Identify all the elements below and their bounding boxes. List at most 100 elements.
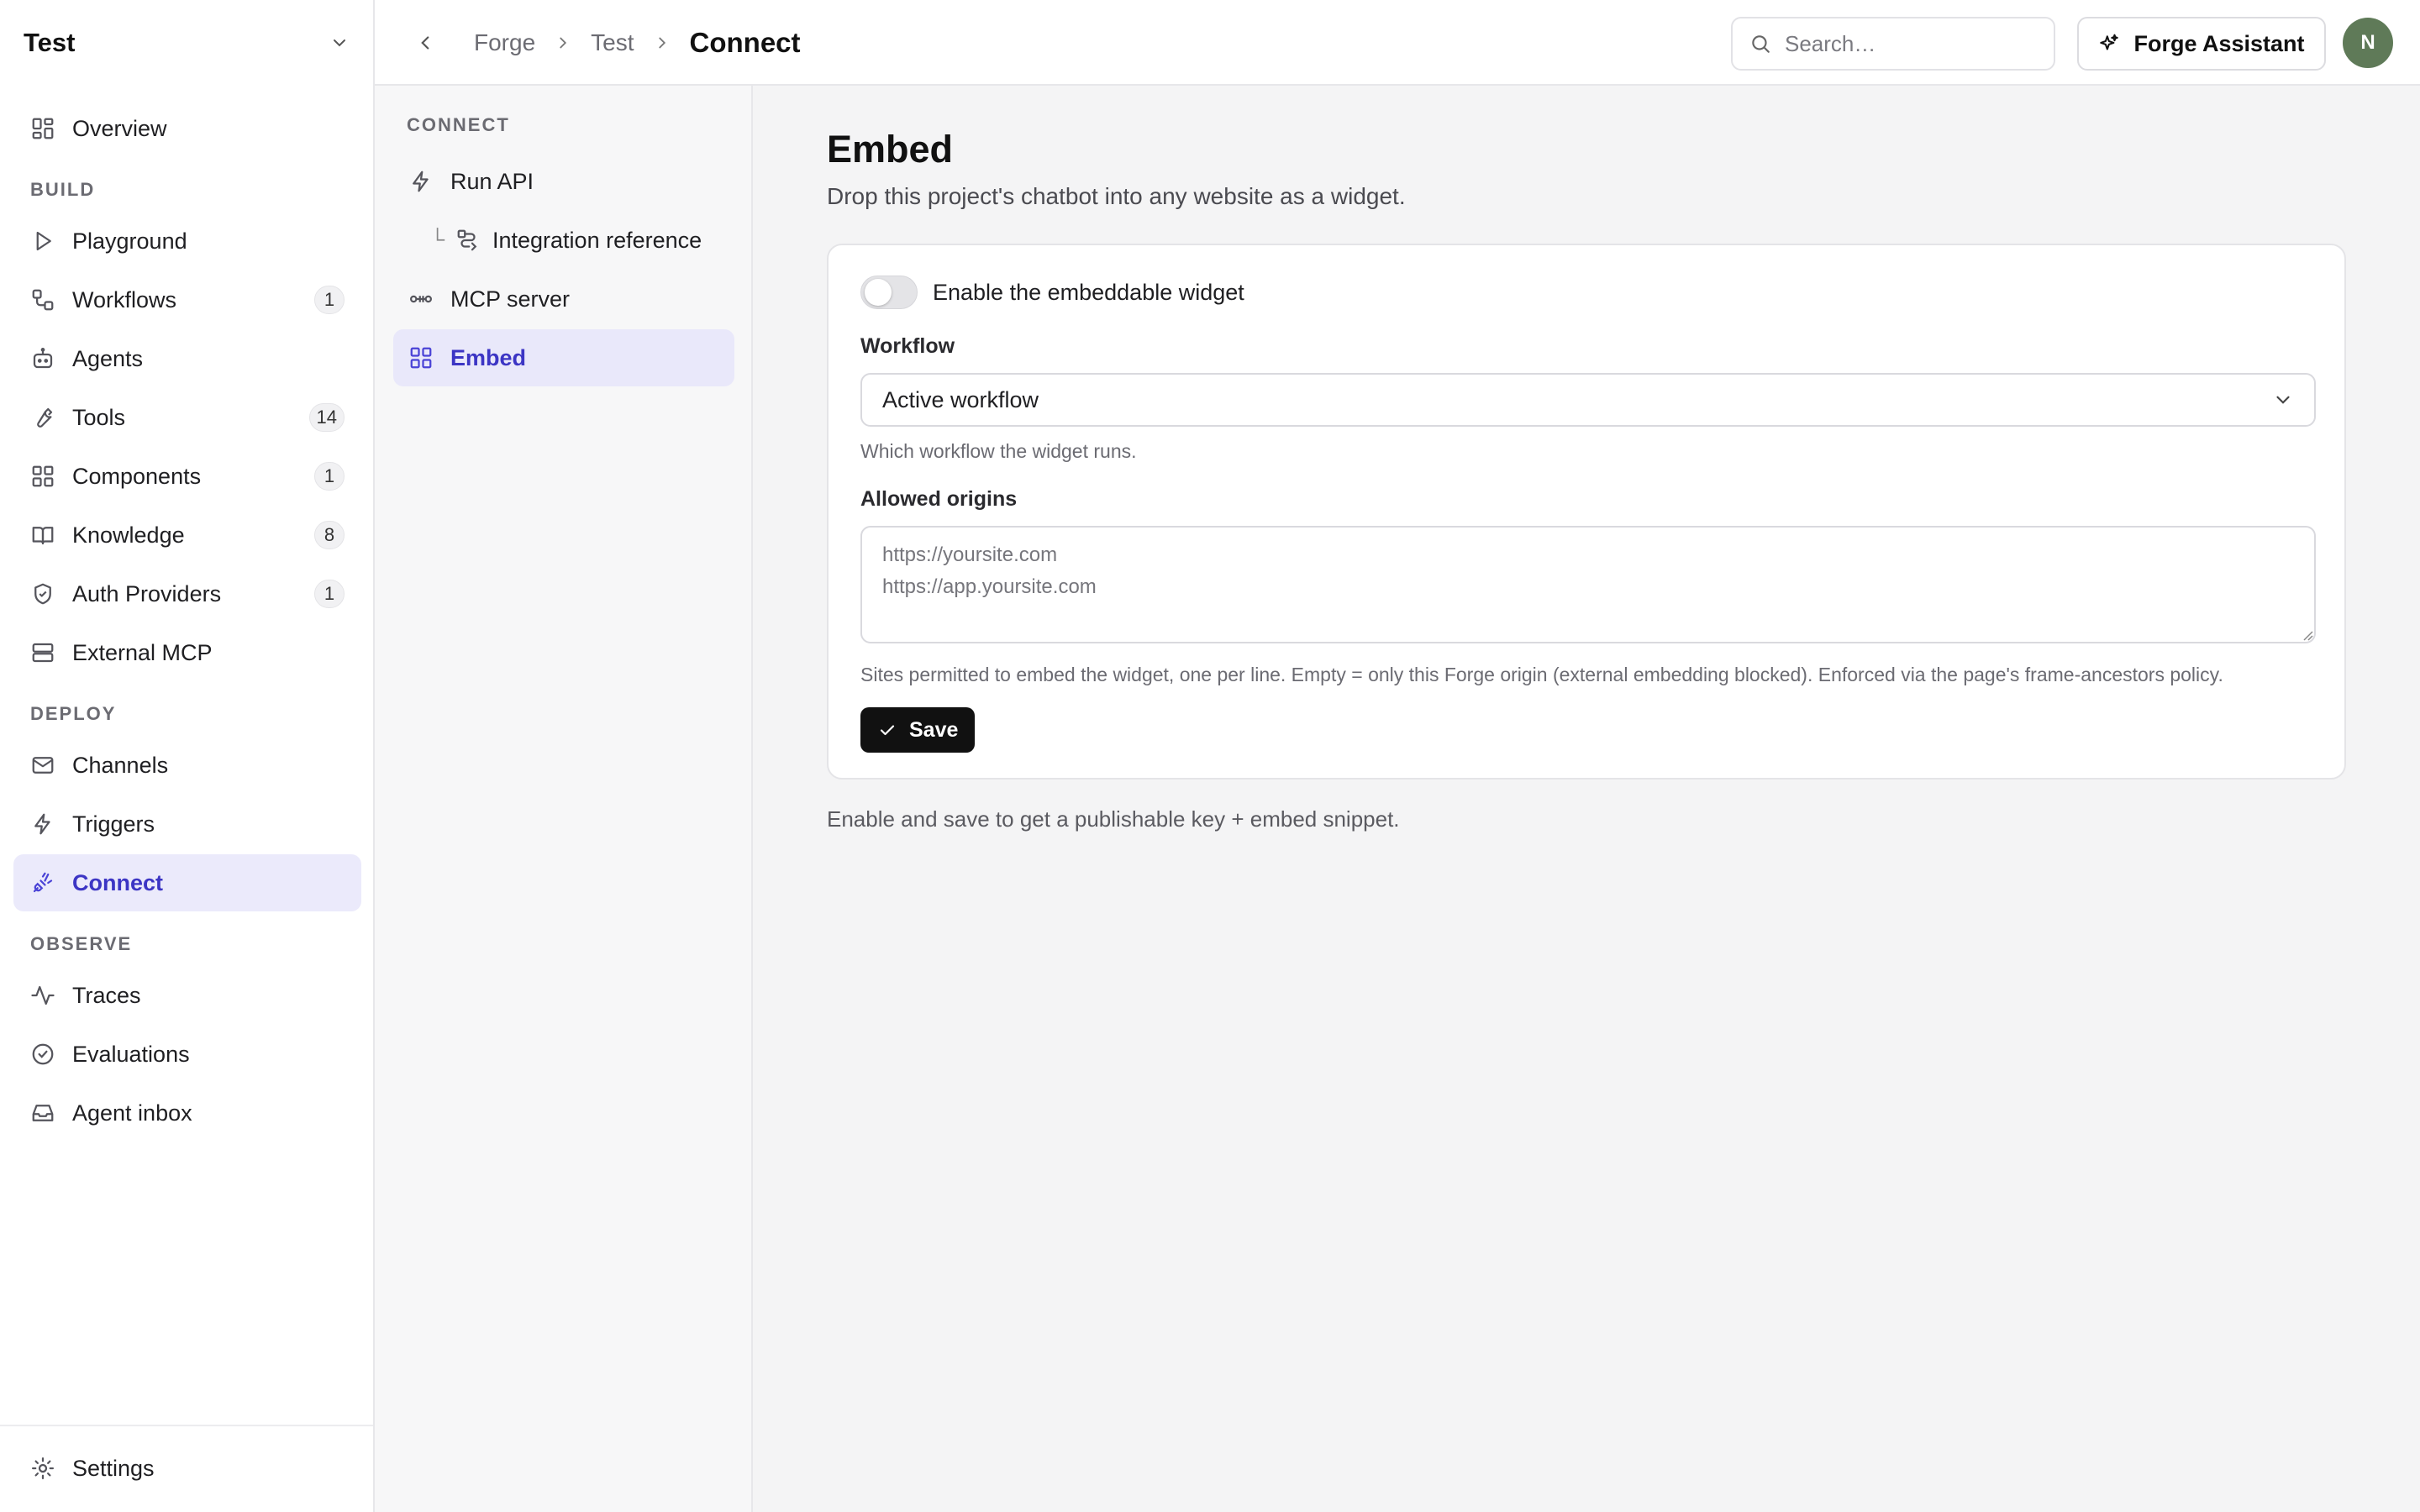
shield-icon [30, 581, 55, 606]
sidebar-item-label: External MCP [72, 639, 213, 665]
search-input[interactable] [1785, 30, 2066, 57]
sidebar-item-agents[interactable]: Agents [13, 330, 361, 387]
sidebar-item-label: Auth Providers [72, 580, 222, 606]
sidebar-item-workflows[interactable]: Workflows 1 [13, 271, 361, 328]
forge-assistant-label: Forge Assistant [2133, 30, 2305, 56]
publishable-key-note: Enable and save to get a publishable key… [827, 806, 1400, 832]
embed-settings-card: Enable the embeddable widget Workflow Ac… [827, 244, 2346, 780]
chevron-down-icon [2272, 389, 2294, 411]
sidebar-item-tools[interactable]: Tools 14 [13, 389, 361, 446]
allowed-origins-textarea[interactable] [860, 526, 2316, 643]
sidebar-item-connect[interactable]: Connect [13, 854, 361, 911]
subnav-item-label: Embed [450, 344, 527, 370]
subnav: Run API └ Integration reference MCP serv… [393, 153, 734, 388]
bolt-icon [408, 169, 434, 194]
page-title: Embed [827, 128, 954, 171]
section-label-build: BUILD [30, 179, 96, 200]
sidebar-item-label: Agent inbox [72, 1100, 192, 1126]
toggle-knob [865, 279, 892, 306]
sidebar-item-components[interactable]: Components 1 [13, 448, 361, 505]
breadcrumb-forge[interactable]: Forge [474, 29, 535, 56]
gear-icon [30, 1456, 55, 1481]
section-label-observe: OBSERVE [30, 933, 133, 954]
sidebar-item-label: Settings [72, 1455, 155, 1481]
subnav-item-mcp-server[interactable]: MCP server [393, 270, 734, 328]
sidebar-item-label: Knowledge [72, 522, 185, 548]
sidebar-item-external-mcp[interactable]: External MCP [13, 624, 361, 681]
workflow-select-value: Active workflow [882, 386, 1039, 412]
sidebar-item-playground[interactable]: Playground [13, 213, 361, 270]
search-icon [1749, 33, 1771, 55]
check-icon [877, 720, 897, 740]
sidebar-item-label: Traces [72, 982, 141, 1008]
project-switcher[interactable]: Test [0, 0, 375, 86]
layout-grid-icon [30, 116, 55, 141]
connector-icon [408, 286, 434, 312]
sidebar-item-triggers[interactable]: Triggers [13, 795, 361, 853]
workflow-icon [30, 287, 55, 312]
enable-widget-row: Enable the embeddable widget [860, 276, 1244, 309]
workflow-label: Workflow [860, 334, 955, 358]
breadcrumb-test[interactable]: Test [591, 29, 634, 56]
route-icon [455, 228, 481, 253]
back-button[interactable] [408, 26, 442, 60]
count-badge: 1 [314, 462, 345, 491]
sidebar-footer: Settings [0, 1425, 373, 1512]
bolt-icon [30, 811, 55, 837]
sidebar-item-label: Tools [72, 404, 126, 430]
sidebar-item-label: Agents [72, 345, 144, 371]
subnav-item-embed[interactable]: Embed [393, 329, 734, 386]
sidebar-item-knowledge[interactable]: Knowledge 8 [13, 507, 361, 564]
sidebar-item-label: Playground [72, 228, 187, 254]
subnav-item-integration-reference[interactable]: └ Integration reference [393, 212, 734, 269]
sidebar-item-auth-providers[interactable]: Auth Providers 1 [13, 565, 361, 622]
page-subtitle: Drop this project's chatbot into any web… [827, 183, 1406, 209]
search-box[interactable]: ⌘K [1731, 17, 2129, 71]
plug-icon [30, 870, 55, 895]
chevron-left-icon [421, 36, 429, 50]
sidebar-item-channels[interactable]: Channels [13, 737, 361, 794]
count-badge: 1 [314, 580, 345, 608]
sidebar-item-traces[interactable]: Traces [13, 967, 361, 1024]
subnav-item-run-api[interactable]: Run API [393, 153, 734, 210]
sidebar-item-agent-inbox[interactable]: Agent inbox [13, 1084, 361, 1142]
breadcrumb-current-page: Connect [689, 27, 801, 58]
enable-widget-toggle[interactable] [860, 276, 918, 309]
sidebar-item-overview[interactable]: Overview [13, 100, 361, 157]
robot-icon [30, 346, 55, 371]
mail-icon [30, 753, 55, 778]
sidebar-item-label: Workflows [72, 286, 177, 312]
grid-icon [30, 464, 55, 489]
play-icon [30, 228, 55, 254]
sidebar-nav: Overview BUILD Playground Workflows 1 Ag… [13, 100, 361, 1143]
chevron-right-icon [653, 34, 671, 52]
sidebar-item-settings[interactable]: Settings [13, 1440, 360, 1497]
count-badge: 8 [314, 521, 345, 549]
count-badge: 14 [308, 403, 345, 432]
subpanel-heading: CONNECT [407, 114, 510, 135]
chevron-down-icon [329, 33, 350, 53]
forge-assistant-button[interactable]: Forge Assistant [2077, 17, 2326, 71]
chevron-right-icon [554, 34, 572, 52]
breadcrumb: Forge Test Connect [474, 0, 801, 86]
book-icon [30, 522, 55, 548]
avatar[interactable]: N [2343, 18, 2393, 68]
subnav-item-label: Integration reference [492, 227, 702, 253]
sidebar-item-label: Connect [72, 869, 163, 895]
top-bar: Forge Test Connect ⌘K Forge Assistant N [375, 0, 2420, 86]
tree-branch-icon: └ [430, 228, 445, 251]
sidebar-item-label: Triggers [72, 811, 155, 837]
sparkle-icon [2098, 33, 2120, 55]
connect-subnav-panel: CONNECT Run API └ Integration reference … [375, 86, 753, 1512]
workflow-hint: Which workflow the widget runs. [860, 440, 1137, 462]
project-name: Test [24, 28, 76, 57]
workflow-select[interactable]: Active workflow [860, 373, 2316, 427]
sidebar-item-evaluations[interactable]: Evaluations [13, 1026, 361, 1083]
subnav-item-label: MCP server [450, 286, 571, 312]
check-circle-icon [30, 1042, 55, 1067]
sidebar-item-label: Evaluations [72, 1041, 190, 1067]
grid-icon [408, 345, 434, 370]
count-badge: 1 [314, 286, 345, 314]
sidebar-item-label: Overview [72, 115, 167, 141]
save-button[interactable]: Save [860, 707, 976, 753]
